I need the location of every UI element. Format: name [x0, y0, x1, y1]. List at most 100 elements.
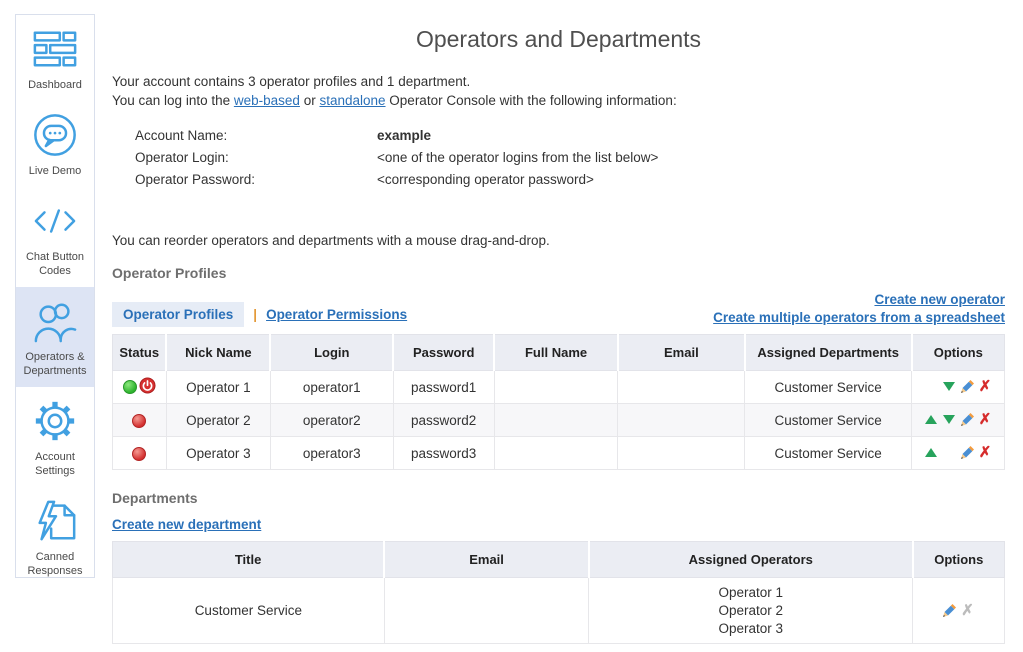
nick-name-cell: Operator 2 — [166, 404, 270, 437]
credentials-block: Account Name: example Operator Login: <o… — [112, 125, 1005, 191]
password-cell: password3 — [393, 437, 494, 470]
title-cell: Customer Service — [113, 578, 385, 644]
edit-pencil-icon[interactable] — [958, 445, 976, 461]
empty-slot — [940, 445, 958, 461]
operators-table-header: Status Nick Name Login Password Full Nam… — [113, 335, 1005, 371]
email-cell — [384, 578, 589, 644]
options-cell: ✗ — [913, 578, 1005, 644]
standalone-link[interactable]: standalone — [319, 93, 385, 108]
assigned-departments-cell: Customer Service — [745, 404, 912, 437]
options-cell: ✗ — [912, 404, 1005, 437]
email-cell — [618, 437, 745, 470]
operator-password-value: <corresponding operator password> — [377, 169, 594, 191]
col-options: Options — [913, 542, 1005, 578]
full-name-cell — [494, 404, 618, 437]
operator-login-label: Operator Login: — [112, 147, 377, 169]
empty-slot — [922, 379, 940, 395]
col-assigned-operators: Assigned Operators — [589, 542, 913, 578]
col-nick-name: Nick Name — [166, 335, 270, 371]
reorder-note: You can reorder operators and department… — [112, 233, 1005, 248]
live-demo-icon — [31, 111, 79, 159]
password-cell: password2 — [393, 404, 494, 437]
sidebar-item-label: Account Settings — [19, 450, 91, 478]
col-login: Login — [270, 335, 393, 371]
operator-password-row: Operator Password: <corresponding operat… — [112, 169, 1005, 191]
edit-pencil-icon[interactable] — [941, 603, 959, 619]
account-name-label: Account Name: — [112, 125, 377, 147]
edit-pencil-icon[interactable] — [958, 412, 976, 428]
sidebar-item-operators-departments[interactable]: Operators & Departments — [16, 287, 94, 387]
full-name-cell — [494, 371, 618, 404]
tab-separator: | — [253, 307, 257, 322]
status-cell — [113, 404, 167, 437]
operators-icon — [31, 297, 79, 345]
move-down-icon[interactable] — [940, 379, 958, 395]
login-instructions: You can log into the web-based or standa… — [112, 92, 1005, 111]
create-new-department-link[interactable]: Create new department — [112, 517, 261, 532]
assigned-operators-cell: Operator 1 Operator 2 Operator 3 — [589, 578, 913, 644]
departments-heading: Departments — [112, 490, 1005, 506]
create-multiple-operators-link[interactable]: Create multiple operators from a spreads… — [713, 310, 1005, 325]
operator-login-row: Operator Login: <one of the operator log… — [112, 147, 1005, 169]
login-cell: operator2 — [270, 404, 393, 437]
email-cell — [618, 371, 745, 404]
table-row: Operator 1 operator1 password1 Customer … — [113, 371, 1005, 404]
sidebar-item-dashboard[interactable]: Dashboard — [16, 15, 94, 101]
sidebar-item-label: Chat Button Codes — [19, 250, 91, 278]
col-password: Password — [393, 335, 494, 371]
main-content: Operators and Departments Your account c… — [112, 0, 1005, 644]
sidebar-item-canned-responses[interactable]: Canned Responses — [16, 487, 94, 587]
nick-name-cell: Operator 1 — [166, 371, 270, 404]
col-title: Title — [113, 542, 385, 578]
tab-operator-permissions[interactable]: Operator Permissions — [266, 307, 407, 322]
move-down-icon[interactable] — [940, 412, 958, 428]
page-title: Operators and Departments — [112, 26, 1005, 53]
sidebar: Dashboard Live Demo Chat Button Codes — [15, 14, 95, 578]
table-row: Operator 2 operator2 password2 Customer … — [113, 404, 1005, 437]
logoff-power-icon[interactable] — [139, 377, 156, 397]
account-name-row: Account Name: example — [112, 125, 1005, 147]
login-cell: operator1 — [270, 371, 393, 404]
offline-status-icon — [132, 414, 146, 428]
operators-toolbar: Operator Profiles | Operator Permissions… — [112, 291, 1005, 327]
nick-name-cell: Operator 3 — [166, 437, 270, 470]
move-up-icon[interactable] — [922, 445, 940, 461]
sidebar-item-account-settings[interactable]: Account Settings — [16, 387, 94, 487]
create-new-operator-link[interactable]: Create new operator — [874, 292, 1005, 307]
sidebar-item-label: Dashboard — [28, 78, 82, 92]
tab-operator-profiles[interactable]: Operator Profiles — [112, 302, 244, 327]
sidebar-item-chat-button-codes[interactable]: Chat Button Codes — [16, 187, 94, 287]
sidebar-item-label: Operators & Departments — [19, 350, 91, 378]
assigned-departments-cell: Customer Service — [745, 371, 912, 404]
delete-x-icon[interactable]: ✗ — [976, 412, 994, 428]
options-cell: ✗ — [912, 437, 1005, 470]
gear-icon — [31, 397, 79, 445]
canned-responses-icon — [31, 497, 79, 545]
status-cell — [113, 371, 167, 404]
intro-text: Your account contains 3 operator profile… — [112, 73, 1005, 110]
assigned-departments-cell: Customer Service — [745, 437, 912, 470]
move-up-icon[interactable] — [922, 412, 940, 428]
delete-x-icon[interactable]: ✗ — [976, 445, 994, 461]
operator-login-value: <one of the operator logins from the lis… — [377, 147, 658, 169]
sidebar-item-label: Live Demo — [29, 164, 82, 178]
sidebar-item-live-demo[interactable]: Live Demo — [16, 101, 94, 187]
col-status: Status — [113, 335, 167, 371]
create-operator-links: Create new operator Create multiple oper… — [713, 291, 1005, 327]
edit-pencil-icon[interactable] — [958, 379, 976, 395]
col-full-name: Full Name — [494, 335, 618, 371]
col-email: Email — [384, 542, 589, 578]
full-name-cell — [494, 437, 618, 470]
online-status-icon — [123, 380, 137, 394]
operator-profiles-heading: Operator Profiles — [112, 265, 1005, 281]
email-cell — [618, 404, 745, 437]
code-icon — [31, 197, 79, 245]
delete-x-icon[interactable]: ✗ — [976, 379, 994, 395]
col-assigned-departments: Assigned Departments — [745, 335, 912, 371]
sidebar-item-label: Canned Responses — [19, 550, 91, 578]
dashboard-icon — [31, 25, 79, 73]
options-cell: ✗ — [912, 371, 1005, 404]
password-cell: password1 — [393, 371, 494, 404]
operators-table: Status Nick Name Login Password Full Nam… — [112, 334, 1005, 470]
web-based-link[interactable]: web-based — [234, 93, 300, 108]
